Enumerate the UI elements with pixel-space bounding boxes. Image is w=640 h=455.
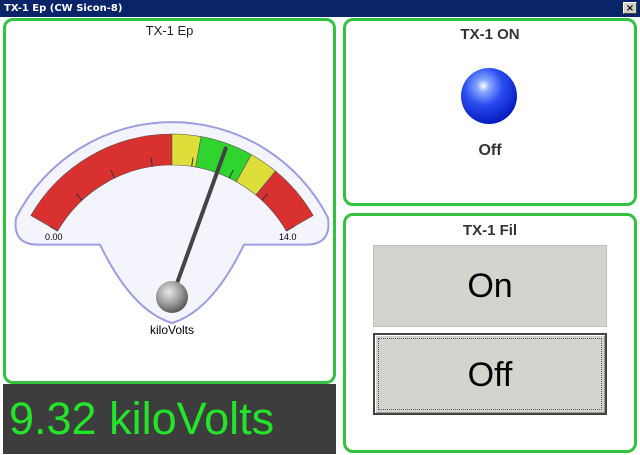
gauge-panel: TX-1 Ep 0.00 14.0 kiloVolts — [3, 18, 336, 384]
fil-on-button[interactable]: On — [373, 245, 607, 327]
close-icon[interactable]: × — [623, 2, 637, 14]
tx-fil-panel: TX-1 Fil On Off — [343, 213, 637, 453]
gauge-max-label: 14.0 — [279, 232, 297, 242]
indicator-lamp-icon — [461, 68, 517, 124]
gauge-pivot — [156, 281, 188, 313]
tx-fil-title: TX-1 Fil — [462, 222, 518, 239]
tx-on-panel: TX-1 ON Off — [343, 18, 637, 206]
main-content: TX-1 Ep 0.00 14.0 kiloVolts 9.32 kiloVol… — [0, 17, 640, 455]
window-title: TX-1 Ep (CW Sicon-8) — [4, 3, 123, 14]
value-readout: 9.32 kiloVolts — [3, 384, 336, 454]
gauge-min-label: 0.00 — [45, 232, 63, 242]
window-titlebar[interactable]: TX-1 Ep (CW Sicon-8) × — [0, 0, 640, 17]
focus-outline — [378, 338, 602, 410]
tx-on-title: TX-1 ON — [460, 26, 520, 43]
gauge-meter: 0.00 14.0 kiloVolts — [14, 121, 330, 337]
tx-on-status: Off — [478, 142, 502, 159]
gauge-unit-label: kiloVolts — [150, 323, 194, 337]
fil-off-button[interactable]: Off — [373, 333, 607, 415]
